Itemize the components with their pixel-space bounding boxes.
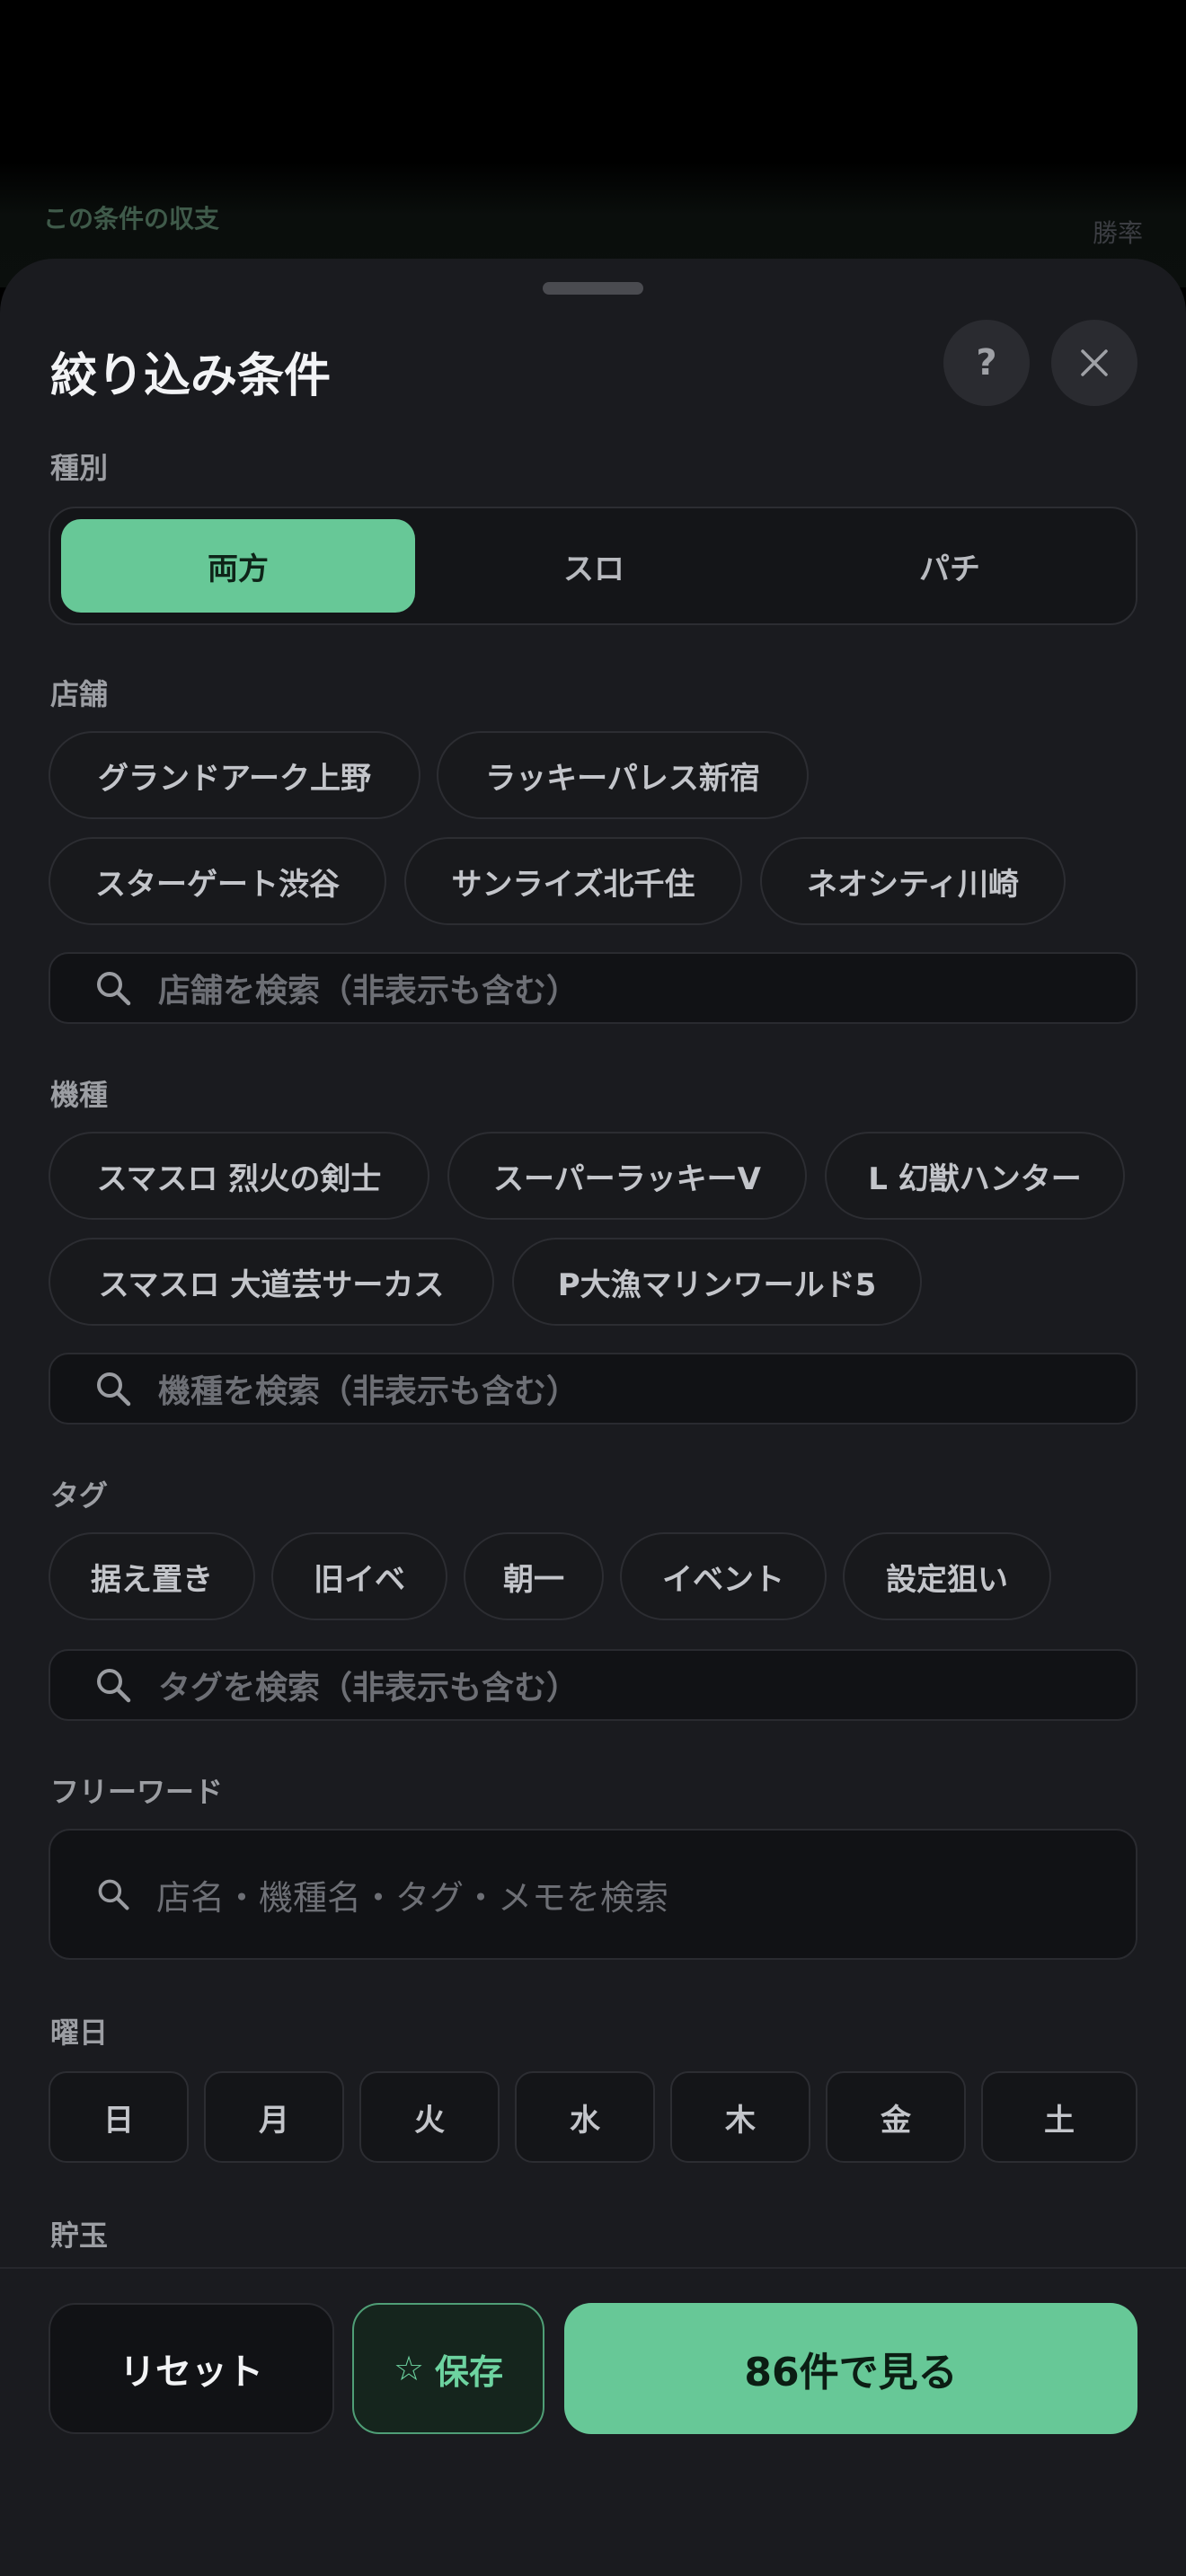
sheet-title: 絞り込み条件 xyxy=(50,349,332,403)
store-search-input[interactable]: 店舗を検索（非表示も含む） xyxy=(49,952,1137,1024)
search-icon xyxy=(77,952,149,1024)
store-chip[interactable]: ネオシティ川崎 xyxy=(760,837,1066,925)
type-section-label: 種別 xyxy=(50,451,109,485)
store-chip[interactable]: サンライズ北千住 xyxy=(404,837,742,925)
tag-chip[interactable]: 設定狙い xyxy=(843,1532,1051,1620)
machine-chip[interactable]: P大漁マリンワールド5 xyxy=(512,1238,922,1326)
freeword-input[interactable]: 店名・機種名・タグ・メモを検索 xyxy=(49,1829,1137,1960)
store-chip[interactable]: グランドアーク上野 xyxy=(49,731,420,819)
tag-chip[interactable]: 旧イベ xyxy=(271,1532,447,1620)
search-icon xyxy=(77,1353,149,1425)
search-icon xyxy=(77,1649,149,1721)
machine-chip[interactable]: スーパーラッキーV xyxy=(447,1132,807,1220)
machine-chip[interactable]: スマスロ 烈火の剣士 xyxy=(49,1132,429,1220)
weekday-wed[interactable]: 水 xyxy=(515,2071,655,2163)
type-option-pachinko[interactable]: パチ xyxy=(773,519,1127,613)
weekday-thu[interactable]: 木 xyxy=(670,2071,810,2163)
tag-search-placeholder: タグを検索（非表示も含む） xyxy=(158,1670,580,1707)
search-icon xyxy=(86,1867,140,1921)
machine-search-placeholder: 機種を検索（非表示も含む） xyxy=(158,1373,580,1410)
machine-chip[interactable]: スマスロ 大道芸サーカス xyxy=(49,1238,494,1326)
footer-bar: リセット ☆ 保存 86件で見る xyxy=(0,2267,1186,2574)
help-button[interactable]: ? xyxy=(943,320,1030,406)
machine-search-input[interactable]: 機種を検索（非表示も含む） xyxy=(49,1353,1137,1425)
weekday-section-label: 曜日 xyxy=(50,2016,109,2050)
weekday-mon[interactable]: 月 xyxy=(204,2071,344,2163)
store-search-placeholder: 店舗を検索（非表示も含む） xyxy=(158,973,580,1010)
save-button-label: 保存 xyxy=(435,2351,504,2392)
weekday-fri[interactable]: 金 xyxy=(826,2071,966,2163)
store-chip[interactable]: スターゲート渋谷 xyxy=(49,837,386,925)
type-option-slot[interactable]: スロ xyxy=(417,519,771,613)
machine-section-label: 機種 xyxy=(50,1078,109,1112)
type-segmented-control: 両方 スロ パチ xyxy=(49,507,1137,625)
save-button[interactable]: ☆ 保存 xyxy=(352,2303,544,2434)
freeword-placeholder: 店名・機種名・タグ・メモを検索 xyxy=(156,1877,669,1918)
question-icon: ? xyxy=(976,342,997,384)
tag-chip[interactable]: イベント xyxy=(620,1532,827,1620)
weekday-sat[interactable]: 土 xyxy=(981,2071,1137,2163)
tag-chip[interactable]: 据え置き xyxy=(49,1532,255,1620)
drag-handle[interactable] xyxy=(543,282,643,295)
close-button[interactable] xyxy=(1051,320,1137,406)
tag-search-input[interactable]: タグを検索（非表示も含む） xyxy=(49,1649,1137,1721)
star-icon: ☆ xyxy=(393,2349,425,2388)
filter-sheet: 絞り込み条件 ? 種別 両方 スロ パチ 店舗 グランドアーク上野 ラッキーパレ… xyxy=(0,259,1186,2576)
backdrop xyxy=(0,0,1186,287)
store-chip[interactable]: ラッキーパレス新宿 xyxy=(437,731,809,819)
tag-section-label: タグ xyxy=(50,1478,109,1513)
view-results-button[interactable]: 86件で見る xyxy=(564,2303,1137,2434)
tag-chip[interactable]: 朝一 xyxy=(464,1532,604,1620)
weekday-tue[interactable]: 火 xyxy=(359,2071,500,2163)
close-icon xyxy=(1081,349,1108,376)
savings-section-label: 貯玉 xyxy=(50,2219,109,2253)
freeword-section-label: フリーワード xyxy=(50,1775,224,1809)
type-option-both[interactable]: 両方 xyxy=(61,519,415,613)
weekday-sun[interactable]: 日 xyxy=(49,2071,189,2163)
background-win-rate-label: 勝率 xyxy=(1092,218,1143,248)
reset-button[interactable]: リセット xyxy=(49,2303,334,2434)
machine-chip[interactable]: L 幻獣ハンター xyxy=(825,1132,1125,1220)
store-section-label: 店舗 xyxy=(50,677,109,711)
background-summary-label: この条件の収支 xyxy=(43,204,220,234)
